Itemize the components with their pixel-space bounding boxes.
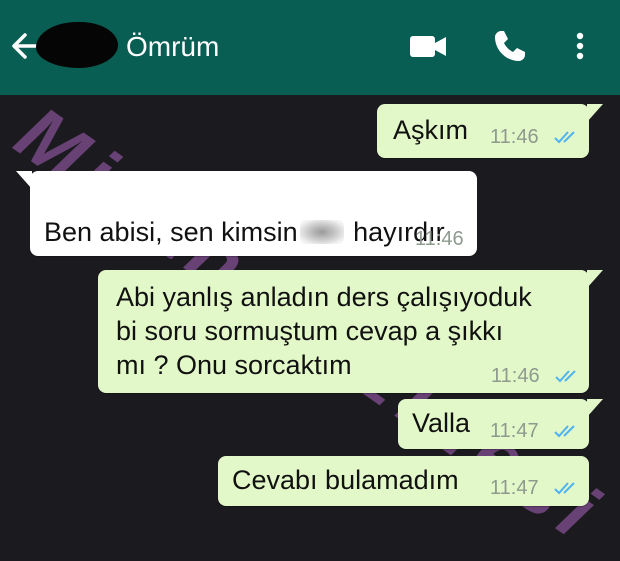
- chat-header: Ömrüm: [0, 0, 620, 95]
- outgoing-message[interactable]: Valla 11:47: [398, 399, 603, 449]
- read-receipt-icon: [554, 425, 575, 438]
- phone-icon[interactable]: [492, 28, 528, 64]
- message-text: Aşkım: [393, 115, 469, 145]
- read-receipt-icon: [554, 131, 575, 144]
- incoming-message[interactable]: Ben abisi, sen kimsin hayırdır 11:46: [16, 171, 477, 256]
- message-text-part: Ben abisi, sen kimsin: [44, 217, 298, 247]
- blurred-word: [299, 220, 344, 244]
- video-call-icon[interactable]: [408, 28, 448, 64]
- outgoing-message[interactable]: Aşkım 11:46: [377, 104, 603, 158]
- read-receipt-icon: [554, 482, 575, 495]
- message-time: 11:46: [491, 365, 540, 387]
- more-options-icon[interactable]: [570, 28, 590, 64]
- outgoing-message[interactable]: Cevabı bulamadım 11:47: [218, 456, 589, 506]
- message-text: Valla: [412, 408, 471, 438]
- contact-name[interactable]: Ömrüm: [126, 30, 219, 64]
- message-text: Abi yanlış anladın ders çalışıyoduk bi s…: [116, 282, 532, 380]
- message-time: 11:46: [490, 126, 539, 148]
- read-receipt-icon: [555, 370, 576, 383]
- message-text: Ben abisi, sen kimsin hayırdır: [44, 181, 445, 249]
- message-time: 11:46: [415, 228, 464, 250]
- message-text: Cevabı bulamadım: [232, 465, 459, 495]
- message-time: 11:47: [490, 477, 539, 499]
- message-time: 11:47: [490, 420, 539, 442]
- outgoing-message[interactable]: Abi yanlış anladın ders çalışıyoduk bi s…: [98, 270, 603, 393]
- contact-avatar[interactable]: [36, 22, 118, 68]
